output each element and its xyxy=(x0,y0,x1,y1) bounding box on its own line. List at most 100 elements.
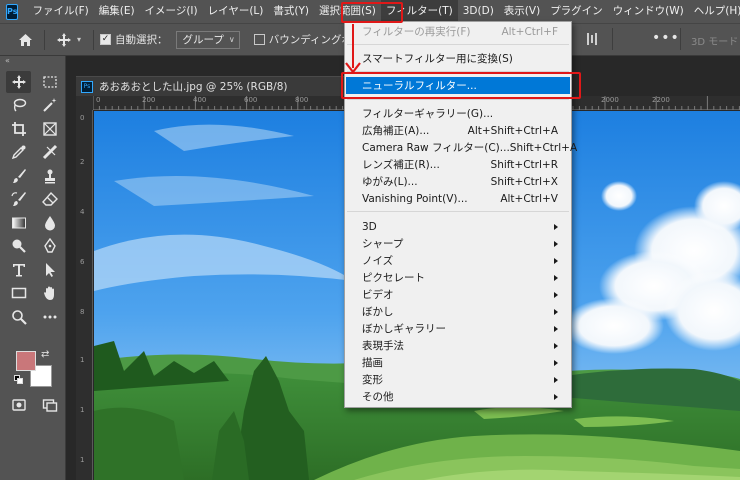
frame-tool-icon[interactable] xyxy=(37,118,62,140)
menu-item-blur[interactable]: ぼかし xyxy=(346,303,570,320)
menu-item-label: 表現手法 xyxy=(362,340,404,352)
menu-type[interactable]: 書式(Y) xyxy=(268,0,314,23)
menu-item-filter-gallery[interactable]: フィルターギャラリー(G)... xyxy=(346,105,570,122)
menu-item-vanishing-point[interactable]: Vanishing Point(V)... Alt+Ctrl+V xyxy=(346,190,570,207)
menu-plugins[interactable]: プラグイン xyxy=(545,0,608,23)
ruler-label: 1 xyxy=(80,456,85,464)
menu-help[interactable]: ヘルプ(H) xyxy=(689,0,740,23)
menu-item-rerun-filter[interactable]: フィルターの再実行(F) Alt+Ctrl+F xyxy=(346,23,570,40)
type-tool-icon[interactable] xyxy=(6,259,31,281)
ruler-label: 4 xyxy=(80,208,85,216)
menu-item-adaptive-wide-angle[interactable]: 広角補正(A)... Alt+Shift+Ctrl+A xyxy=(346,122,570,139)
menu-separator xyxy=(347,211,569,212)
magic-wand-icon[interactable] xyxy=(37,94,62,116)
hand-tool-icon[interactable] xyxy=(37,282,62,304)
quick-mask-icon[interactable] xyxy=(6,394,31,416)
auto-select-checkbox[interactable]: ✓ xyxy=(100,34,112,45)
pen-tool-icon[interactable] xyxy=(37,235,62,257)
menu-item-label: ゆがみ(L)... xyxy=(362,176,418,188)
more-tools-icon[interactable] xyxy=(37,306,62,328)
lasso-tool-icon[interactable] xyxy=(6,94,31,116)
more-options-icon[interactable]: ••• xyxy=(652,31,680,45)
menu-edit[interactable]: 編集(E) xyxy=(94,0,140,23)
healing-brush-icon[interactable] xyxy=(37,141,62,163)
bounding-box-checkbox[interactable] xyxy=(253,34,265,45)
swap-colors-icon[interactable]: ⇄ xyxy=(41,349,49,360)
dodge-tool-icon[interactable] xyxy=(6,235,31,257)
brush-tool-icon[interactable] xyxy=(6,165,31,187)
ruler-label: 800 xyxy=(295,96,309,104)
menu-file[interactable]: ファイル(F) xyxy=(27,0,93,23)
stamp-tool-icon[interactable] xyxy=(37,165,62,187)
ruler-label: 400 xyxy=(193,96,207,104)
marquee-tool-icon[interactable] xyxy=(37,71,62,93)
auto-select-label: 自動選択： xyxy=(115,34,168,46)
menu-item-label: 3D xyxy=(362,220,377,233)
menu-item-distort[interactable]: 変形 xyxy=(346,371,570,388)
auto-select-dropdown[interactable]: グループ ∨ xyxy=(175,30,240,49)
menu-item-other[interactable]: その他 xyxy=(346,388,570,405)
home-icon[interactable] xyxy=(12,27,38,53)
ruler-label: 6 xyxy=(80,258,85,266)
document-tab[interactable]: Ps あおあおとした山.jpg @ 25% (RGB/8) xyxy=(76,76,376,96)
menu-item-label: Camera Raw フィルター(C)... xyxy=(362,142,510,154)
submenu-arrow-icon xyxy=(554,223,558,230)
menu-view[interactable]: 表示(V) xyxy=(499,0,545,23)
menu-item-render[interactable]: 描画 xyxy=(346,354,570,371)
ruler-label: 8 xyxy=(80,308,85,316)
distribute-icon[interactable] xyxy=(586,31,598,47)
ruler-label: 0 xyxy=(80,114,85,122)
screen-mode-icon[interactable] xyxy=(37,394,62,416)
move-tool-icon[interactable] xyxy=(6,70,31,93)
vertical-ruler[interactable]: 0 2 4 6 8 1 1 1 xyxy=(76,110,93,480)
menu-item-blur-gallery[interactable]: ぼかしギャラリー xyxy=(346,320,570,337)
eyedropper-icon[interactable] xyxy=(6,141,31,163)
menu-item-shortcut: Shift+Ctrl+R xyxy=(490,158,558,171)
ruler-label: 1 xyxy=(80,406,85,414)
rectangle-tool-icon[interactable] xyxy=(6,282,31,304)
eraser-tool-icon[interactable] xyxy=(37,188,62,210)
menu-3d[interactable]: 3D(D) xyxy=(458,0,499,23)
menu-item-video[interactable]: ビデオ xyxy=(346,286,570,303)
photoshop-logo: Ps xyxy=(6,3,19,20)
menu-item-label: ピクセレート xyxy=(362,272,425,284)
history-brush-icon[interactable] xyxy=(6,188,31,210)
submenu-arrow-icon xyxy=(554,274,558,281)
chevron-down-icon[interactable]: ▾ xyxy=(77,35,81,44)
blur-tool-icon[interactable] xyxy=(37,212,62,234)
auto-select-value: グループ xyxy=(182,34,224,46)
default-colors-icon[interactable] xyxy=(14,375,24,385)
zoom-tool-icon[interactable] xyxy=(6,306,31,328)
foreground-color-swatch[interactable] xyxy=(16,351,36,371)
collapse-panel-icon[interactable]: « xyxy=(0,56,65,66)
menu-item-pixelate[interactable]: ピクセレート xyxy=(346,269,570,286)
menu-item-convert-smart-filter[interactable]: スマートフィルター用に変換(S) xyxy=(346,50,570,67)
chevron-down-icon: ∨ xyxy=(228,35,235,44)
separator xyxy=(44,29,45,50)
submenu-arrow-icon xyxy=(554,240,558,247)
submenu-arrow-icon xyxy=(554,291,558,298)
ruler-corner xyxy=(76,96,93,110)
path-selection-icon[interactable] xyxy=(37,259,62,281)
submenu-arrow-icon xyxy=(554,359,558,366)
menu-item-label: 描画 xyxy=(362,357,383,369)
bounding-box-label: バウンディングボ xyxy=(268,34,353,46)
menu-item-liquify[interactable]: ゆがみ(L)... Shift+Ctrl+X xyxy=(346,173,570,190)
menu-item-label: フィルターの再実行(F) xyxy=(362,26,471,38)
submenu-arrow-icon xyxy=(554,257,558,264)
crop-tool-icon[interactable] xyxy=(6,118,31,140)
menu-item-sharpen[interactable]: シャープ xyxy=(346,235,570,252)
menu-image[interactable]: イメージ(I) xyxy=(140,0,203,23)
menu-item-label: スマートフィルター用に変換(S) xyxy=(362,53,513,65)
menu-window[interactable]: ウィンドウ(W) xyxy=(608,0,689,23)
menu-item-lens-correction[interactable]: レンズ補正(R)... Shift+Ctrl+R xyxy=(346,156,570,173)
menu-item-stylize[interactable]: 表現手法 xyxy=(346,337,570,354)
gradient-tool-icon[interactable] xyxy=(6,212,31,234)
menu-item-noise[interactable]: ノイズ xyxy=(346,252,570,269)
menu-item-3d[interactable]: 3D xyxy=(346,218,570,235)
menu-item-camera-raw[interactable]: Camera Raw フィルター(C)... Shift+Ctrl+A xyxy=(346,139,577,156)
menu-item-label: 変形 xyxy=(362,374,383,386)
menu-layer[interactable]: レイヤー(L) xyxy=(203,0,269,23)
move-tool-icon[interactable] xyxy=(51,27,77,53)
document-title: あおあおとした山.jpg @ 25% (RGB/8) xyxy=(99,81,288,93)
